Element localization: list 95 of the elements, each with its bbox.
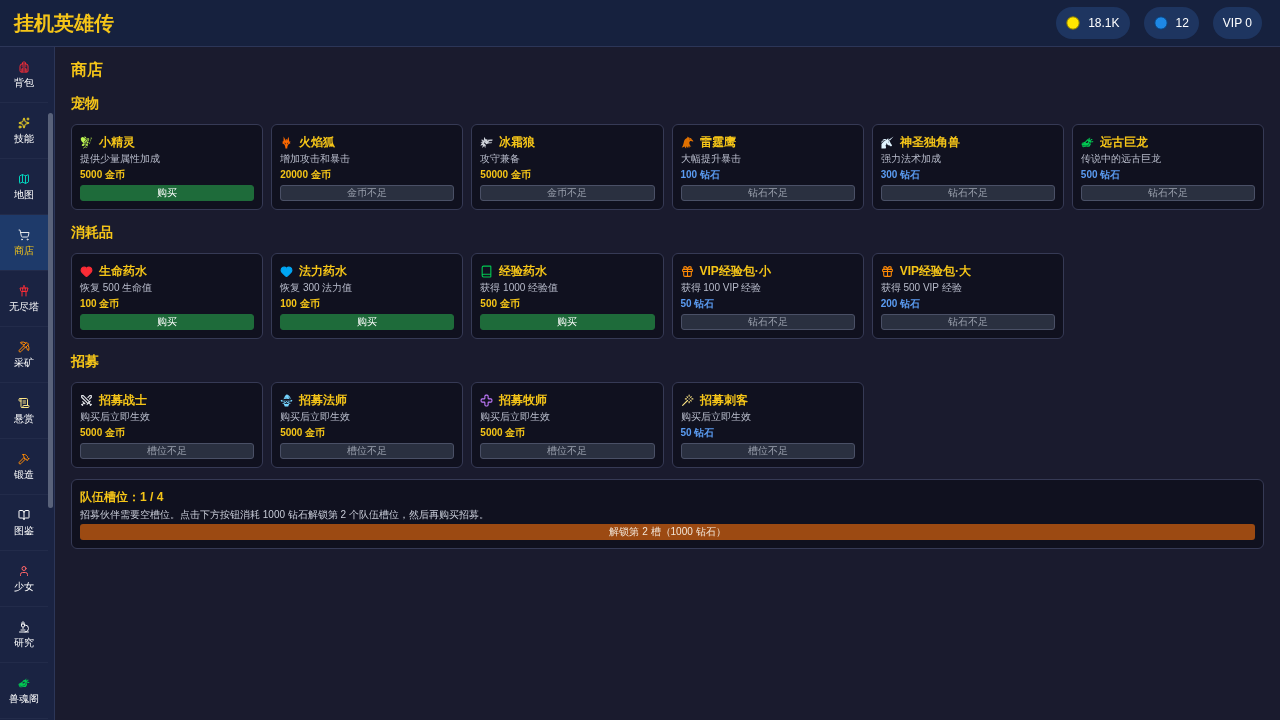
item-description: 获得 1000 经验值 [480,281,560,295]
stat-value: VIP 0 [1222,15,1252,32]
item-name: 小精灵 [99,134,135,150]
sidebar-item[interactable]: 图鉴 [0,495,48,551]
sidebar-item[interactable]: 兽魂阁 [0,663,48,719]
buy-button[interactable]: 购买 [80,185,255,201]
hammer-icon [18,452,30,465]
gift-icon [680,264,694,278]
item-description: 强力法术加成 [880,152,942,166]
sparkles-icon [18,116,30,129]
scrollbar-thumb[interactable] [48,113,53,508]
item-name: 招募战士 [99,392,147,408]
buy-button[interactable]: 购买 [80,314,255,330]
team-slots-description: 招募伙伴需要空槽位。点击下方按钮消耗 1000 钻石解锁第 2 个队伍槽位，然后再购买招募。 [80,508,490,522]
map-icon [18,172,30,185]
fairy-icon [80,135,93,149]
item-price: 5000 金币 [80,168,127,182]
pickaxe-icon [18,340,30,353]
item-description: 增加攻击和暴击 [280,152,352,166]
book-icon [18,508,30,521]
game-title: 挂机英雄传 [14,11,114,36]
section-title: 宠物 [71,94,100,113]
item-name: VIP经验包·小 [699,263,771,279]
item-price: 300 钻石 [880,168,922,182]
item-price: 200 钻石 [880,297,922,311]
item-name: 冰霜狼 [499,134,536,150]
item-price: 100 金币 [280,297,321,311]
item-price: 20000 金币 [280,168,332,182]
item-name: 招募牧师 [499,392,548,408]
item-description: 购买后立即生效 [680,410,752,424]
stat-value: 18.1K [1088,15,1120,32]
item-name: 雷霆鹰 [699,134,736,150]
item-name: 神圣独角兽 [899,134,960,150]
sidebar-item[interactable]: 研究 [0,607,48,663]
cross-icon [480,393,494,407]
person-icon [18,564,30,577]
item-name: 经验药水 [499,263,548,279]
coin-icon [1066,16,1081,30]
heart-icon [280,264,294,278]
wizard-icon [280,393,294,407]
sidebar-item[interactable]: 背包 [0,47,48,103]
dragon-icon [18,676,30,689]
stat-value: 12 [1175,15,1189,32]
wand-icon [680,393,694,407]
item-description: 获得 500 VIP 经验 [880,281,963,295]
item-price: 500 金币 [480,297,521,311]
sidebar-item[interactable]: 少女 [0,551,48,607]
item-price: 100 金币 [80,297,121,311]
wolf-icon [480,135,494,149]
swords-icon [80,393,93,407]
item-price: 5000 金币 [280,426,327,440]
team-slots-title: 队伍槽位：1 / 4 [80,489,165,505]
orb-icon [1153,16,1168,30]
scroll-icon [18,396,30,409]
item-name: 招募法师 [299,392,348,408]
section-title: 招募 [71,352,100,371]
item-description: 大幅提升暴击 [680,152,742,166]
item-name: 法力药水 [299,263,348,279]
item-name: VIP经验包·大 [899,263,971,279]
item-price: 100 钻石 [680,168,721,182]
item-description: 购买后立即生效 [80,410,151,424]
item-description: 购买后立即生效 [480,410,552,424]
unlock-slot-button[interactable]: 解锁第 2 槽（1000 钻石） [80,524,1255,540]
item-description: 恢复 500 生命值 [80,281,154,295]
item-description: 购买后立即生效 [280,410,352,424]
unicorn-icon [880,135,894,149]
item-price: 5000 金币 [80,426,127,440]
buy-button[interactable]: 购买 [480,314,655,330]
item-description: 传说中的远古巨龙 [1080,152,1162,166]
page-title: 商店 [71,60,104,80]
microscope-icon [18,620,30,633]
backpack-icon [18,60,30,73]
tower-icon [18,284,30,297]
item-description: 获得 100 VIP 经验 [680,281,763,295]
section-title: 消耗品 [71,223,114,242]
buy-button[interactable]: 购买 [280,314,455,330]
item-description: 恢复 300 法力值 [280,281,354,295]
item-price: 5000 金币 [480,426,527,440]
book-icon [480,264,494,278]
item-name: 火焰狐 [299,134,336,150]
eagle-icon [680,135,694,149]
heart-icon [80,264,93,278]
item-description: 攻守兼备 [480,152,522,166]
item-name: 远古巨龙 [1099,134,1148,150]
item-price: 500 钻石 [1080,168,1122,182]
cart-icon [18,228,30,241]
sidebar-item[interactable]: 商店 [0,215,48,271]
item-price: 50000 金币 [480,168,532,182]
item-name: 生命药水 [99,263,147,279]
item-price: 50 钻石 [680,426,716,440]
item-price: 50 钻石 [680,297,716,311]
gift-icon [880,264,894,278]
dragon-icon [1080,135,1094,149]
item-description: 提供少量属性加成 [80,152,161,166]
item-name: 招募刺客 [699,392,748,408]
